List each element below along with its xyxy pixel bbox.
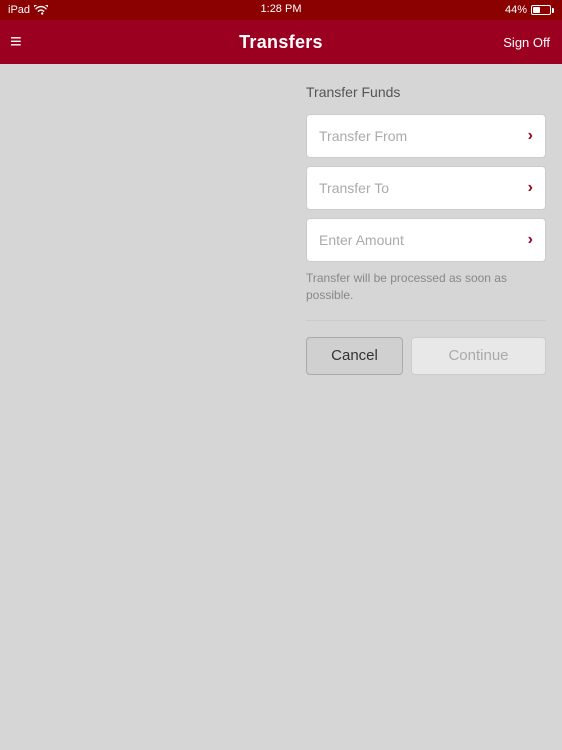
- transfer-to-chevron-icon: ›: [528, 179, 533, 197]
- enter-amount-row[interactable]: Enter Amount ›: [306, 218, 546, 262]
- enter-amount-label: Enter Amount: [319, 232, 404, 248]
- right-panel: Transfer Funds Transfer From › Transfer …: [290, 64, 562, 750]
- battery-indicator: [531, 5, 554, 15]
- page-title: Transfers: [239, 32, 323, 53]
- transfer-from-chevron-icon: ›: [528, 127, 533, 145]
- nav-bar: ≡ Transfers Sign Off: [0, 20, 562, 64]
- continue-button[interactable]: Continue: [411, 337, 546, 375]
- status-right: 44%: [505, 4, 554, 16]
- status-bar: iPad 1:28 PM 44%: [0, 0, 562, 20]
- status-left: iPad: [8, 4, 48, 16]
- left-panel: [0, 64, 290, 750]
- enter-amount-chevron-icon: ›: [528, 231, 533, 249]
- button-row: Cancel Continue: [306, 337, 546, 375]
- wifi-icon: [34, 5, 48, 16]
- info-text: Transfer will be processed as soon as po…: [306, 270, 546, 304]
- section-title: Transfer Funds: [306, 84, 546, 100]
- status-time: 1:28 PM: [261, 3, 302, 15]
- divider: [306, 320, 546, 321]
- main-content: Transfer Funds Transfer From › Transfer …: [0, 64, 562, 750]
- battery-pct-label: 44%: [505, 4, 527, 16]
- transfer-from-row[interactable]: Transfer From ›: [306, 114, 546, 158]
- transfer-to-row[interactable]: Transfer To ›: [306, 166, 546, 210]
- transfer-to-label: Transfer To: [319, 180, 389, 196]
- menu-button[interactable]: ≡: [10, 31, 22, 54]
- cancel-button[interactable]: Cancel: [306, 337, 403, 375]
- transfer-from-label: Transfer From: [319, 128, 407, 144]
- sign-off-button[interactable]: Sign Off: [503, 35, 550, 50]
- device-label: iPad: [8, 4, 30, 16]
